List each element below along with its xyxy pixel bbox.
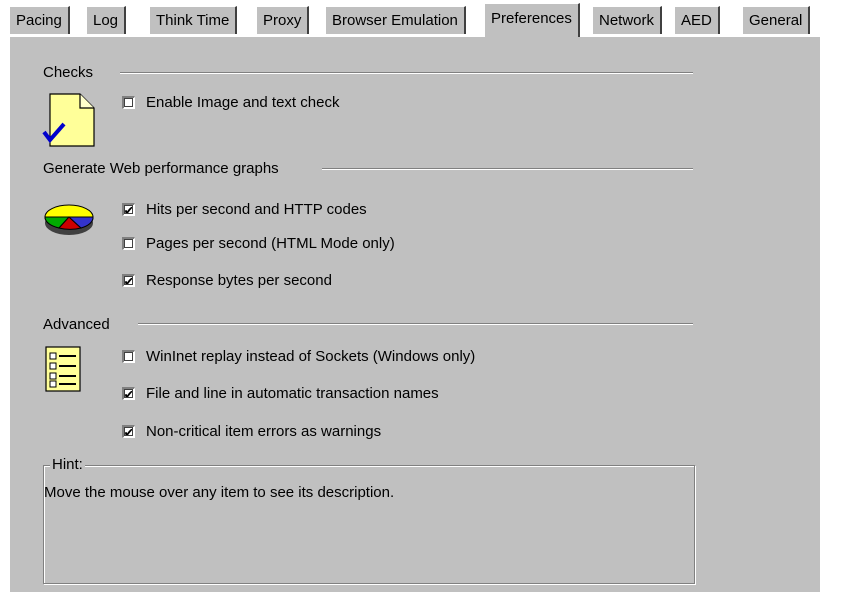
tab-pacing[interactable]: Pacing: [9, 6, 70, 34]
checks-divider: [120, 72, 693, 74]
pages-per-second-label: Pages per second (HTML Mode only): [146, 235, 395, 252]
wininet-replay-row[interactable]: WinInet replay instead of Sockets (Windo…: [122, 348, 475, 365]
tab-proxy[interactable]: Proxy: [256, 6, 310, 34]
wininet-replay-checkbox[interactable]: [122, 350, 135, 363]
hint-box: Hint: Move the mouse over any item to se…: [43, 456, 695, 584]
tab-aed[interactable]: AED: [674, 6, 720, 34]
advanced-group-title: Advanced: [43, 316, 110, 333]
response-bytes-row[interactable]: ✔ Response bytes per second: [122, 272, 332, 289]
enable-image-text-check-row[interactable]: Enable Image and text check: [122, 94, 339, 111]
document-check-icon: [42, 92, 98, 154]
hits-per-second-checkbox[interactable]: ✔: [122, 202, 135, 218]
hits-per-second-row[interactable]: ✔ Hits per second and HTTP codes: [122, 201, 367, 218]
enable-image-text-check-checkbox[interactable]: [122, 96, 135, 109]
pages-per-second-row[interactable]: Pages per second (HTML Mode only): [122, 235, 395, 252]
graphs-group-title: Generate Web performance graphs: [43, 160, 279, 177]
advanced-divider: [138, 323, 693, 325]
file-line-names-label: File and line in automatic transaction n…: [146, 385, 439, 402]
checkmark: ✔: [123, 424, 135, 440]
pie-chart-icon: [41, 197, 97, 243]
checkmark: ✔: [123, 273, 135, 289]
non-critical-errors-checkbox[interactable]: ✔: [122, 424, 135, 440]
non-critical-errors-row[interactable]: ✔ Non-critical item errors as warnings: [122, 423, 381, 440]
enable-image-text-check-label: Enable Image and text check: [146, 94, 340, 111]
tab-think-time[interactable]: Think Time: [149, 6, 238, 34]
response-bytes-checkbox[interactable]: ✔: [122, 273, 135, 289]
tab-network[interactable]: Network: [592, 6, 663, 34]
hint-title: Hint:: [50, 456, 85, 473]
tab-preferences[interactable]: Preferences: [484, 3, 580, 37]
hint-text: Move the mouse over any item to see its …: [44, 484, 395, 501]
non-critical-errors-label: Non-critical item errors as warnings: [146, 423, 382, 440]
checks-group-title: Checks: [43, 64, 94, 81]
tab-general[interactable]: General: [742, 6, 811, 34]
pages-per-second-checkbox[interactable]: [122, 237, 135, 250]
tab-log[interactable]: Log: [86, 6, 127, 34]
checkmark: ✔: [123, 386, 135, 402]
hits-per-second-label: Hits per second and HTTP codes: [146, 201, 367, 218]
file-line-names-row[interactable]: ✔ File and line in automatic transaction…: [122, 385, 439, 402]
wininet-replay-label: WinInet replay instead of Sockets (Windo…: [146, 348, 476, 365]
checkmark: ✔: [123, 202, 135, 218]
checklist-icon: [44, 345, 84, 397]
response-bytes-label: Response bytes per second: [146, 272, 332, 289]
graphs-divider: [322, 168, 693, 170]
tab-browser-emulation[interactable]: Browser Emulation: [325, 6, 466, 34]
file-line-names-checkbox[interactable]: ✔: [122, 386, 135, 402]
preferences-panel: Checks Enable Image and text check Gener…: [9, 36, 820, 592]
